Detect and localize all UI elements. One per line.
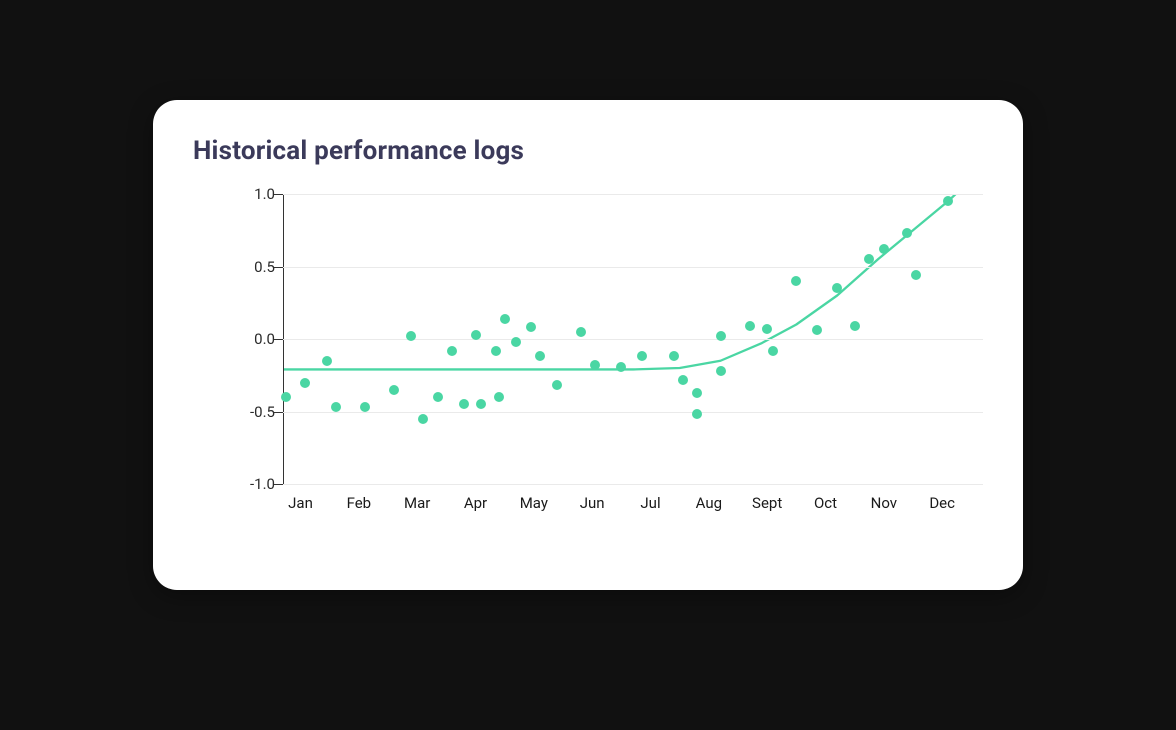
data-point bbox=[791, 276, 801, 286]
x-tick-label: Feb bbox=[347, 494, 372, 512]
data-point bbox=[471, 330, 481, 340]
gridline bbox=[283, 412, 983, 413]
data-point bbox=[902, 228, 912, 238]
data-point bbox=[590, 360, 600, 370]
gridline bbox=[283, 267, 983, 268]
data-point bbox=[406, 331, 416, 341]
gridline bbox=[283, 194, 983, 195]
gridline bbox=[283, 484, 983, 485]
data-point bbox=[864, 254, 874, 264]
data-point bbox=[637, 351, 647, 361]
data-point bbox=[812, 325, 822, 335]
x-tick-label: Nov bbox=[871, 494, 897, 512]
data-point bbox=[678, 375, 688, 385]
scatter-plot: 1.00.50.0-0.5-1.0JanFebMarAprMayJunJulAu… bbox=[283, 194, 983, 524]
data-point bbox=[447, 346, 457, 356]
x-tick-label: Dec bbox=[929, 494, 955, 512]
plot-area: 1.00.50.0-0.5-1.0JanFebMarAprMayJunJulAu… bbox=[193, 194, 983, 554]
data-point bbox=[494, 392, 504, 402]
y-tick-label: 0.0 bbox=[233, 330, 275, 348]
data-point bbox=[526, 322, 536, 332]
chart-title: Historical performance logs bbox=[193, 136, 983, 166]
data-point bbox=[745, 321, 755, 331]
data-point bbox=[879, 244, 889, 254]
data-point bbox=[300, 378, 310, 388]
x-tick-label: Sept bbox=[752, 494, 782, 512]
data-point bbox=[616, 362, 626, 372]
data-point bbox=[281, 392, 291, 402]
data-point bbox=[692, 409, 702, 419]
x-tick-label: Oct bbox=[814, 494, 837, 512]
chart-card: Historical performance logs 1.0 0.5 0.0 -0.… bbox=[153, 100, 1023, 590]
x-tick-label: Mar bbox=[404, 494, 430, 512]
data-point bbox=[331, 402, 341, 412]
data-point bbox=[762, 324, 772, 334]
data-point bbox=[511, 337, 521, 347]
data-point bbox=[669, 351, 679, 361]
data-point bbox=[433, 392, 443, 402]
data-point bbox=[535, 351, 545, 361]
data-point bbox=[322, 356, 332, 366]
data-point bbox=[389, 385, 399, 395]
data-point bbox=[768, 346, 778, 356]
y-tick-label: 0.5 bbox=[233, 258, 275, 276]
data-point bbox=[850, 321, 860, 331]
y-tick-label: -1.0 bbox=[233, 475, 275, 493]
data-point bbox=[360, 402, 370, 412]
data-point bbox=[911, 270, 921, 280]
x-tick-label: Jun bbox=[580, 494, 605, 512]
x-tick-label: Aug bbox=[696, 494, 722, 512]
data-point bbox=[476, 399, 486, 409]
data-point bbox=[692, 388, 702, 398]
x-tick-label: Jul bbox=[640, 494, 660, 512]
data-point bbox=[576, 327, 586, 337]
data-point bbox=[500, 314, 510, 324]
data-point bbox=[459, 399, 469, 409]
data-point bbox=[552, 380, 562, 390]
y-tick-label: 1.0 bbox=[233, 185, 275, 203]
data-point bbox=[418, 414, 428, 424]
data-point bbox=[491, 346, 501, 356]
y-tick-label: -0.5 bbox=[233, 403, 275, 421]
x-tick-label: Jan bbox=[288, 494, 313, 512]
gridline bbox=[283, 339, 983, 340]
x-tick-label: May bbox=[520, 494, 548, 512]
data-point bbox=[832, 283, 842, 293]
data-point bbox=[943, 196, 953, 206]
data-point bbox=[716, 331, 726, 341]
x-tick-label: Apr bbox=[464, 494, 487, 512]
data-point bbox=[716, 366, 726, 376]
